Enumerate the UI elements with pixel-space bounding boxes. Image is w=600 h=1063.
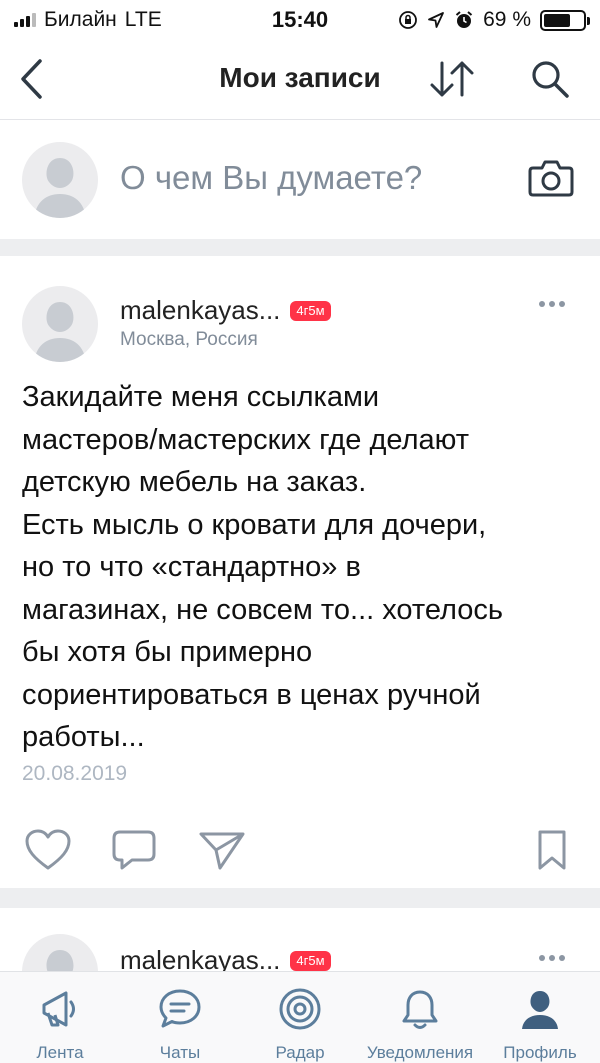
post-location: Москва, Россия — [120, 329, 258, 350]
battery-percent: 69 % — [483, 8, 531, 31]
camera-icon — [528, 160, 574, 197]
avatar-placeholder-icon — [34, 302, 86, 362]
megaphone-icon — [37, 986, 83, 1031]
section-separator — [0, 888, 600, 908]
location-arrow-icon — [428, 12, 445, 28]
battery-fill — [544, 13, 571, 27]
status-bar: Билайн LTE 15:40 69 % — [0, 0, 600, 40]
more-dot-icon — [549, 955, 555, 961]
person-icon — [517, 986, 563, 1031]
post-text: Закидайте меня ссылками мастеров/мастерс… — [22, 381, 504, 753]
battery-icon — [540, 9, 590, 31]
comment-button[interactable] — [106, 822, 162, 878]
camera-button[interactable] — [523, 153, 579, 203]
post-actions — [0, 822, 600, 878]
sort-arrows-icon — [430, 61, 474, 97]
avatar-placeholder-icon — [34, 158, 86, 218]
more-dot-icon — [539, 955, 545, 961]
comment-bubble-icon — [112, 830, 156, 870]
tab-radar[interactable]: Радар — [240, 972, 360, 1063]
post-card: malenkayas... 4г5м — [0, 908, 600, 971]
bookmark-icon — [538, 830, 566, 870]
radar-icon — [277, 986, 323, 1031]
page-title: Мои записи — [219, 62, 381, 93]
search-button[interactable] — [522, 54, 578, 104]
post-author-avatar[interactable] — [22, 286, 98, 362]
post-composer[interactable]: О чем Вы думаете? — [0, 121, 600, 239]
tab-bar: Лента Чаты Радар Уведомления Профиль — [0, 971, 600, 1063]
nav-bar: Мои записи — [0, 40, 600, 120]
more-dot-icon — [549, 301, 555, 307]
tab-feed[interactable]: Лента — [0, 972, 120, 1063]
tab-label: Профиль — [503, 1043, 577, 1062]
tab-chats[interactable]: Чаты — [120, 972, 240, 1063]
search-icon — [532, 61, 569, 98]
section-separator — [0, 239, 600, 256]
post-more-button[interactable] — [530, 292, 574, 316]
more-dot-icon — [539, 301, 545, 307]
bell-icon — [397, 986, 443, 1031]
bookmark-button[interactable] — [524, 822, 580, 878]
post-author[interactable]: malenkayas... 4г5м — [120, 295, 331, 326]
age-badge: 4г5м — [290, 950, 331, 971]
chat-bubble-icon — [157, 986, 203, 1031]
post-card: malenkayas... 4г5м Москва, Россия Закида… — [0, 256, 600, 888]
tab-notifications[interactable]: Уведомления — [360, 972, 480, 1063]
tab-profile[interactable]: Профиль — [480, 972, 600, 1063]
more-dot-icon — [559, 955, 565, 961]
post-more-button[interactable] — [530, 946, 574, 970]
tab-label: Радар — [275, 1043, 325, 1062]
heart-icon — [25, 829, 71, 870]
author-name[interactable]: malenkayas... — [120, 945, 280, 971]
status-bar-right: 69 % — [398, 8, 590, 32]
sort-button[interactable] — [422, 54, 482, 104]
author-name[interactable]: malenkayas... — [120, 295, 280, 326]
age-badge: 4г5м — [290, 300, 331, 321]
tab-label: Уведомления — [366, 1043, 474, 1062]
avatar-placeholder-icon — [46, 950, 74, 971]
post-author[interactable]: malenkayas... 4г5м — [120, 945, 331, 971]
like-button[interactable] — [20, 822, 76, 878]
alarm-icon — [455, 11, 473, 28]
composer-input[interactable]: О чем Вы думаете? — [120, 159, 422, 197]
user-avatar — [22, 142, 98, 218]
post-author-avatar[interactable] — [22, 934, 98, 971]
tab-label: Чаты — [159, 1043, 201, 1062]
tab-label: Лента — [36, 1043, 84, 1062]
more-dot-icon — [559, 301, 565, 307]
post-date: 20.08.2019 — [22, 762, 128, 785]
send-arrow-icon — [199, 832, 245, 870]
share-button[interactable] — [194, 822, 250, 878]
orientation-lock-icon — [399, 11, 418, 29]
